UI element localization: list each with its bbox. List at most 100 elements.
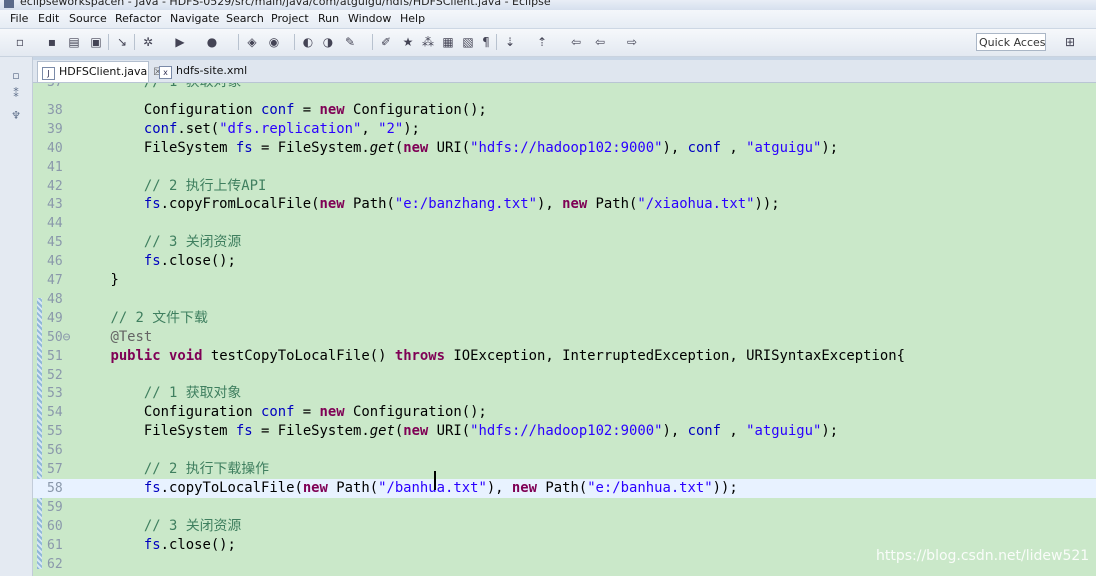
menu-project[interactable]: Project [271, 12, 309, 25]
line-number: 38 [47, 102, 63, 118]
window-title: eclipseworkspacen - Java - HDFS-0529/src… [20, 0, 551, 8]
debug-icon[interactable]: ✲ [140, 34, 156, 50]
code-line[interactable]: 43 fs.copyFromLocalFile(new Path("e:/ban… [33, 195, 1096, 214]
line-number: 59 [47, 499, 63, 515]
menu-file[interactable]: File [10, 12, 28, 25]
code-line[interactable]: 57 // 2 执行下载操作 [33, 460, 1096, 479]
new-icon[interactable]: ▫ [12, 34, 28, 50]
code-line[interactable]: 45 // 3 关闭资源 [33, 233, 1096, 252]
code-line[interactable]: 60 // 3 关闭资源 [33, 517, 1096, 536]
line-number: 50⊖ [47, 329, 71, 345]
code-line[interactable]: 39 conf.set("dfs.replication", "2"); [33, 120, 1096, 139]
search-icon[interactable]: ✎ [342, 34, 358, 50]
line-number: 55 [47, 424, 63, 440]
back-arrow-icon[interactable]: ⇦ [592, 34, 608, 50]
save-all-icon[interactable]: ▤ [66, 34, 82, 50]
new-class-icon[interactable]: ◉ [266, 34, 282, 50]
code-text: } [77, 272, 119, 288]
line-number: 45 [47, 235, 63, 251]
code-line[interactable]: 54 Configuration conf = new Configuratio… [33, 403, 1096, 422]
code-text: Configuration conf = new Configuration()… [77, 101, 487, 118]
code-line[interactable]: 38 Configuration conf = new Configuratio… [33, 101, 1096, 120]
skip-breakpoints-icon[interactable]: ↘ [114, 34, 130, 50]
menu-bar: File Edit Source Refactor Navigate Search Proj… [0, 10, 1096, 29]
main-toolbar: ▫ ▪ ▤ ▣ ↘ ✲ ▶ ● ◈ ◉ ◐ ◑ ✎ ✐ ★ ⁂ ▦ ▧ ¶ ⇣ … [0, 29, 1096, 57]
terminal-icon[interactable]: ▣ [88, 34, 104, 50]
line-number: 53 [47, 386, 63, 402]
eclipse-icon [4, 0, 14, 8]
menu-refactor[interactable]: Refactor [115, 12, 161, 25]
breadcrumb-icon[interactable]: ⁂ [420, 34, 436, 50]
open-type-icon[interactable]: ◐ [300, 34, 316, 50]
code-line[interactable]: 47 } [33, 271, 1096, 290]
next-annotation-icon[interactable]: ⇣ [502, 34, 518, 50]
code-line[interactable]: 40 FileSystem fs = FileSystem.get(new UR… [33, 139, 1096, 158]
block-selection-icon[interactable]: ▧ [460, 34, 476, 50]
run-icon[interactable]: ▶ [172, 34, 188, 50]
line-number: 61 [47, 537, 63, 553]
line-number: 42 [47, 178, 63, 194]
code-line[interactable]: 53 // 1 获取对象 [33, 384, 1096, 403]
new-java-project-icon[interactable]: ◈ [244, 34, 260, 50]
line-number: 54 [47, 405, 63, 421]
line-number: 44 [47, 216, 63, 232]
open-task-icon[interactable]: ◑ [320, 34, 336, 50]
line-number: 52 [47, 367, 63, 383]
line-number: 37 [47, 83, 71, 92]
line-number: 49 [47, 310, 63, 326]
show-whitespace-icon[interactable]: ▦ [440, 34, 456, 50]
code-line[interactable]: 49 // 2 文件下载 [33, 309, 1096, 328]
code-line[interactable]: 59 [33, 498, 1096, 517]
external-tools-icon[interactable]: ● [204, 34, 220, 50]
code-line[interactable]: 52 [33, 366, 1096, 385]
open-perspective-icon[interactable]: ⊞ [1062, 34, 1078, 50]
code-line[interactable]: 56 [33, 441, 1096, 460]
code-line[interactable]: 41 [33, 158, 1096, 177]
highlight-icon[interactable]: ★ [400, 34, 416, 50]
menu-window[interactable]: Window [348, 12, 391, 25]
code-text: fs.close(); [77, 536, 236, 553]
line-number: 56 [47, 443, 63, 459]
back-icon[interactable]: ⇦ [568, 34, 584, 50]
code-line[interactable]: 50⊖ @Test [33, 328, 1096, 347]
window-title-bar: eclipseworkspacen - Java - HDFS-0529/src… [0, 0, 1096, 10]
menu-source[interactable]: Source [69, 12, 107, 25]
last-edit-icon[interactable]: ⇡ [534, 34, 550, 50]
restore-icon[interactable]: ▫ [9, 69, 23, 83]
code-line[interactable]: 37 // 1 获取对象 [33, 83, 1096, 92]
code-text: conf.set("dfs.replication", "2"); [77, 120, 420, 137]
code-line[interactable]: 48 [33, 290, 1096, 309]
code-line[interactable]: 42 // 2 执行上传API [33, 177, 1096, 196]
menu-run[interactable]: Run [318, 12, 339, 25]
line-number: 47 [47, 273, 63, 288]
hierarchy-icon[interactable]: ♆ [9, 109, 23, 123]
pilcrow-icon[interactable]: ¶ [478, 34, 494, 50]
tab-label: HDFSClient.java [59, 65, 148, 78]
tab-hdfs-site-xml[interactable]: x hdfs-site.xml [155, 61, 273, 82]
quick-access-input[interactable]: Quick Access [976, 33, 1046, 51]
menu-help[interactable]: Help [400, 12, 425, 25]
toggle-mark-icon[interactable]: ✐ [378, 34, 394, 50]
menu-edit[interactable]: Edit [38, 12, 59, 25]
code-line[interactable]: 51 public void testCopyToLocalFile() thr… [33, 347, 1096, 366]
left-trim-bar: ▫ ⁑ ♆ [0, 57, 33, 576]
code-text: // 2 文件下载 [77, 309, 208, 326]
code-text: // 1 获取对象 [77, 83, 241, 92]
code-line[interactable]: 55 FileSystem fs = FileSystem.get(new UR… [33, 422, 1096, 441]
package-explorer-icon[interactable]: ⁑ [9, 87, 23, 101]
java-file-icon: J [42, 67, 55, 80]
code-text: fs.copyFromLocalFile(new Path("e:/banzha… [77, 196, 780, 213]
menu-navigate[interactable]: Navigate [170, 12, 219, 25]
xml-file-icon: x [159, 66, 172, 79]
line-number: 46 [47, 254, 63, 270]
code-editor[interactable]: 37 // 1 获取对象 38 Configuration conf = new … [33, 83, 1096, 576]
save-icon[interactable]: ▪ [44, 34, 60, 50]
tab-hdfsclient-java[interactable]: J HDFSClient.java ☒ [37, 61, 162, 82]
line-number: 58 [47, 480, 63, 496]
forward-arrow-icon[interactable]: ⇨ [624, 34, 640, 50]
code-line[interactable]: 44 [33, 214, 1096, 233]
line-number: 60 [47, 518, 63, 534]
code-line[interactable]: 58 fs.copyToLocalFile(new Path("/banhua.… [33, 478, 1096, 498]
menu-search[interactable]: Search [226, 12, 264, 25]
code-line[interactable]: 46 fs.close(); [33, 252, 1096, 271]
